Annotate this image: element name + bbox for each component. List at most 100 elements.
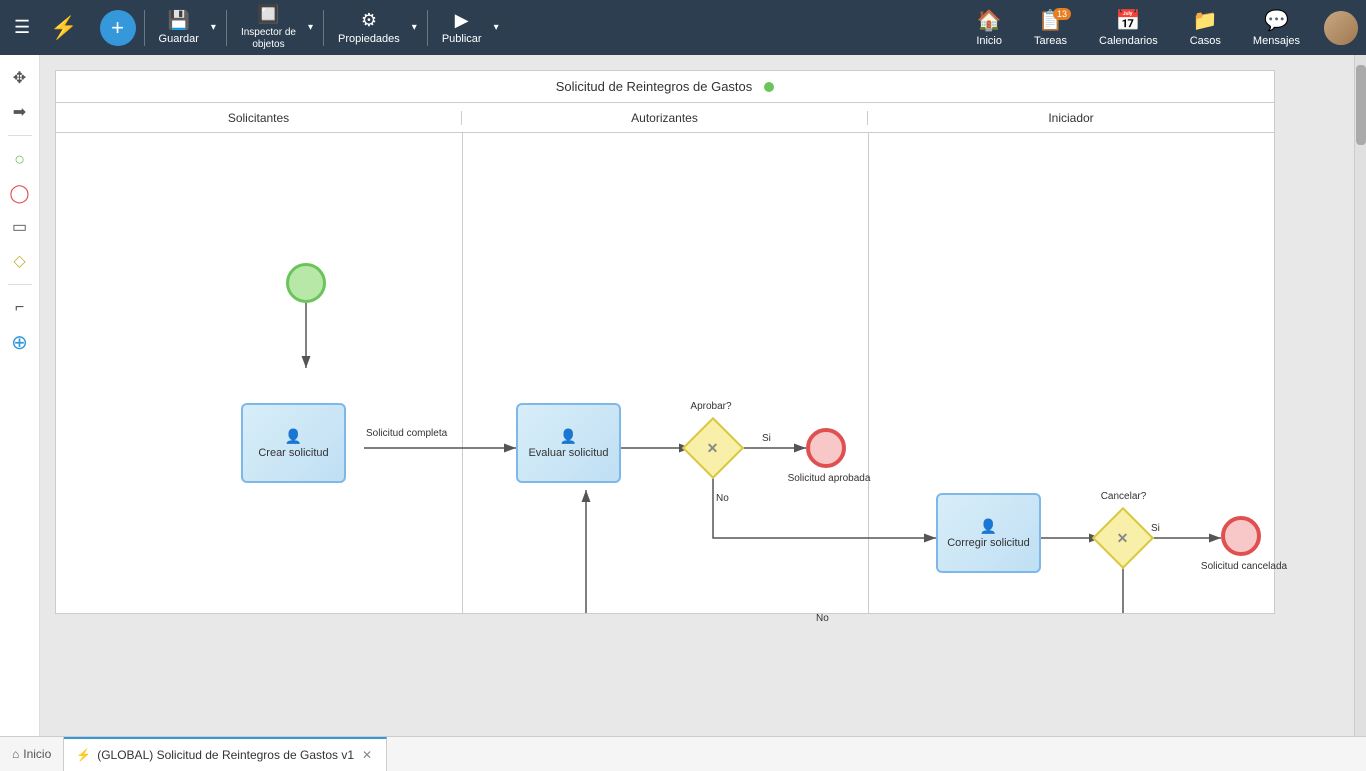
task-crear-solicitud[interactable]: 👤 Crear solicitud (241, 403, 346, 483)
arrows-svg (56, 133, 1276, 613)
task-evaluar-solicitud[interactable]: 👤 Evaluar solicitud (516, 403, 621, 483)
end-event-aprobada-label: Solicitud aprobada (784, 473, 874, 484)
tab-home[interactable]: ⌂ Inicio (0, 737, 64, 771)
end-event-tool[interactable]: ◯ (5, 178, 35, 208)
tab-close-button[interactable]: ✕ (360, 748, 374, 762)
mensajes-icon: 💬 (1264, 8, 1289, 33)
flow-si-1-label: Si (762, 433, 771, 444)
tareas-label: Tareas (1034, 35, 1067, 47)
save-label: Guardar (159, 33, 199, 45)
gateway-icon-aprobar: ✕ (707, 439, 719, 456)
publish-group: ▶ Publicar ▾ (434, 0, 503, 55)
bpmn-canvas: 👤 Crear solicitud Solicitud completa 👤 E… (56, 133, 1276, 613)
task-icon-corregir: 👤 (980, 518, 997, 535)
pool-title-text: Solicitud de Reintegros de Gastos (556, 79, 753, 94)
lane-header-autorizantes: Autorizantes (462, 111, 868, 125)
lane-divider-2 (868, 133, 869, 613)
gateway-tool[interactable]: ◇ (5, 246, 35, 276)
sequence-tool[interactable]: ⌐ (5, 293, 35, 323)
tool-separator-2 (8, 284, 32, 285)
logo-button[interactable]: ⚡ (40, 9, 87, 47)
end-event-cancelada[interactable] (1221, 516, 1261, 556)
bottom-tab-bar: ⌂ Inicio ⚡ (GLOBAL) Solicitud de Reinteg… (0, 736, 1366, 771)
user-avatar[interactable] (1324, 11, 1358, 45)
add-element-tool[interactable]: ⊕ (5, 327, 35, 357)
mensajes-label: Mensajes (1253, 35, 1300, 47)
inspector-group: 🔲 Inspector deobjetos ▾ (233, 0, 317, 55)
nav-tareas[interactable]: 13 📋 Tareas (1026, 4, 1075, 51)
calendarios-label: Calendarios (1099, 35, 1158, 47)
flow-label-solicitud-completa: Solicitud completa (366, 428, 447, 439)
inspector-label: Inspector deobjetos (241, 27, 296, 51)
add-button[interactable]: + (100, 10, 136, 46)
plus-icon: + (111, 15, 124, 41)
nav-right: 🏠 Inicio 13 📋 Tareas 📅 Calendarios 📁 Cas… (968, 4, 1358, 51)
lane-headers: Solicitantes Autorizantes Iniciador (56, 103, 1274, 133)
flow-si-2-label: Si (1151, 523, 1160, 534)
casos-label: Casos (1190, 35, 1221, 47)
main-toolbar: ☰ ⚡ + 💾 Guardar ▾ 🔲 Inspector deobjetos … (0, 0, 1366, 55)
tab-diagram[interactable]: ⚡ (GLOBAL) Solicitud de Reintegros de Ga… (64, 737, 387, 771)
end-event-cancelada-label: Solicitud cancelada (1199, 561, 1289, 572)
task-label-corregir: Corregir solicitud (947, 537, 1030, 549)
home-icon: 🏠 (977, 8, 1002, 33)
logo-icon: ⚡ (50, 15, 77, 40)
inspector-button[interactable]: 🔲 Inspector deobjetos (233, 0, 304, 55)
toolbar-divider-1 (144, 10, 145, 46)
avatar-image (1324, 11, 1358, 45)
gateway-label-cancelar: Cancelar? (1091, 491, 1156, 502)
nav-calendarios[interactable]: 📅 Calendarios (1091, 4, 1166, 51)
inspector-dropdown[interactable]: ▾ (304, 0, 317, 55)
flow-no-2-label: No (816, 613, 829, 624)
arrow-tool[interactable]: ➡ (5, 97, 35, 127)
tab-diagram-icon: ⚡ (76, 748, 91, 762)
properties-dropdown[interactable]: ▾ (408, 0, 421, 55)
status-dot (764, 82, 774, 92)
right-scrollbar[interactable] (1354, 55, 1366, 736)
lane-header-iniciador: Iniciador (868, 111, 1274, 125)
task-corregir-solicitud[interactable]: 👤 Corregir solicitud (936, 493, 1041, 573)
left-toolbar: ✥ ➡ ○ ◯ ▭ ◇ ⌐ ⊕ (0, 55, 40, 736)
move-tool[interactable]: ✥ (5, 63, 35, 93)
properties-label: Propiedades (338, 33, 400, 45)
save-icon: 💾 (168, 10, 190, 31)
task-label-crear: Crear solicitud (258, 447, 328, 459)
properties-icon: ⚙ (361, 10, 377, 31)
inspector-icon: 🔲 (257, 4, 279, 25)
task-label-evaluar: Evaluar solicitud (528, 447, 608, 459)
nav-casos[interactable]: 📁 Casos (1182, 4, 1229, 51)
lane-divider-1 (462, 133, 463, 613)
publish-button[interactable]: ▶ Publicar (434, 0, 490, 55)
diagram-container: Solicitud de Reintegros de Gastos Solici… (55, 70, 1275, 614)
toolbar-divider-3 (323, 10, 324, 46)
scrollbar-thumb (1356, 65, 1366, 145)
main-area: ✥ ➡ ○ ◯ ▭ ◇ ⌐ ⊕ Solicitud de Reintegros … (0, 55, 1366, 736)
publish-dropdown[interactable]: ▾ (490, 0, 503, 55)
task-tool[interactable]: ▭ (5, 212, 35, 242)
hamburger-icon: ☰ (14, 17, 30, 38)
toolbar-divider-4 (427, 10, 428, 46)
properties-button[interactable]: ⚙ Propiedades (330, 0, 408, 55)
canvas-area[interactable]: Solicitud de Reintegros de Gastos Solici… (40, 55, 1354, 736)
tareas-badge: 13 (1053, 8, 1071, 20)
start-event[interactable] (286, 263, 326, 303)
toolbar-divider-2 (226, 10, 227, 46)
end-event-aprobada[interactable] (806, 428, 846, 468)
publish-label: Publicar (442, 33, 482, 45)
publish-icon: ▶ (455, 10, 469, 31)
lane-header-solicitantes: Solicitantes (56, 111, 462, 125)
nav-mensajes[interactable]: 💬 Mensajes (1245, 4, 1308, 51)
nav-inicio[interactable]: 🏠 Inicio (968, 4, 1010, 51)
hamburger-button[interactable]: ☰ (8, 11, 36, 44)
gateway-cancelar[interactable]: ✕ (1092, 507, 1154, 569)
task-icon-evaluar: 👤 (560, 428, 577, 445)
properties-group: ⚙ Propiedades ▾ (330, 0, 421, 55)
casos-icon: 📁 (1193, 8, 1218, 33)
save-button[interactable]: 💾 Guardar (151, 0, 207, 55)
flow-no-1-label: No (716, 493, 729, 504)
gateway-aprobar[interactable]: ✕ (682, 417, 744, 479)
inicio-label: Inicio (976, 35, 1002, 47)
save-group: 💾 Guardar ▾ (151, 0, 220, 55)
save-dropdown[interactable]: ▾ (207, 0, 220, 55)
start-event-tool[interactable]: ○ (5, 144, 35, 174)
